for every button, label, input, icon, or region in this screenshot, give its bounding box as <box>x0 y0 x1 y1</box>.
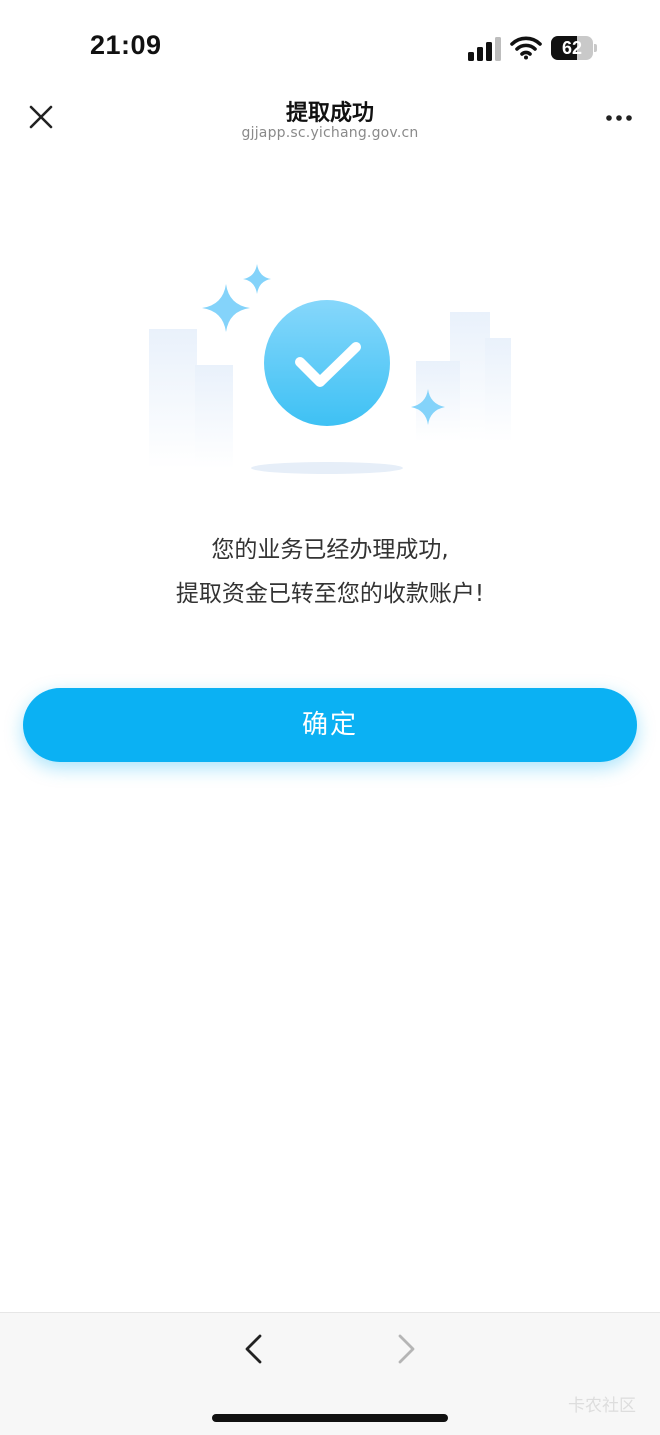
confirm-button[interactable]: 确定 <box>23 688 637 762</box>
success-check-icon <box>264 300 390 426</box>
wifi-icon <box>510 36 542 60</box>
signal-icon <box>468 37 501 61</box>
page-url: gjjapp.sc.yichang.gov.cn <box>241 125 419 141</box>
message-line-2: 提取资金已转至您的收款账户! <box>175 581 485 607</box>
watermark: 卡农社区 <box>568 1396 636 1416</box>
sparkle-icon <box>243 264 271 294</box>
browser-toolbar: 卡农社区 <box>0 1312 660 1435</box>
success-message: 您的业务已经办理成功, 提取资金已转至您的收款账户! <box>0 528 660 616</box>
status-bar: 21:09 62 <box>0 0 660 90</box>
right-buildings <box>416 312 511 442</box>
battery-icon: 62 <box>551 36 597 60</box>
battery-level: 62 <box>561 38 583 58</box>
navbar: 提取成功 gjjapp.sc.yichang.gov.cn <box>0 90 660 150</box>
status-time: 21:09 <box>90 30 162 60</box>
chevron-left-icon[interactable] <box>236 1329 272 1369</box>
sparkle-icon <box>202 284 250 332</box>
shadow <box>251 462 403 474</box>
page-title: 提取成功 <box>285 101 374 126</box>
more-icon[interactable] <box>600 104 638 132</box>
success-illustration <box>149 264 511 474</box>
home-indicator[interactable] <box>212 1414 448 1422</box>
message-line-1: 您的业务已经办理成功, <box>211 537 449 563</box>
chevron-right-icon <box>398 1334 415 1364</box>
left-buildings <box>149 329 233 469</box>
